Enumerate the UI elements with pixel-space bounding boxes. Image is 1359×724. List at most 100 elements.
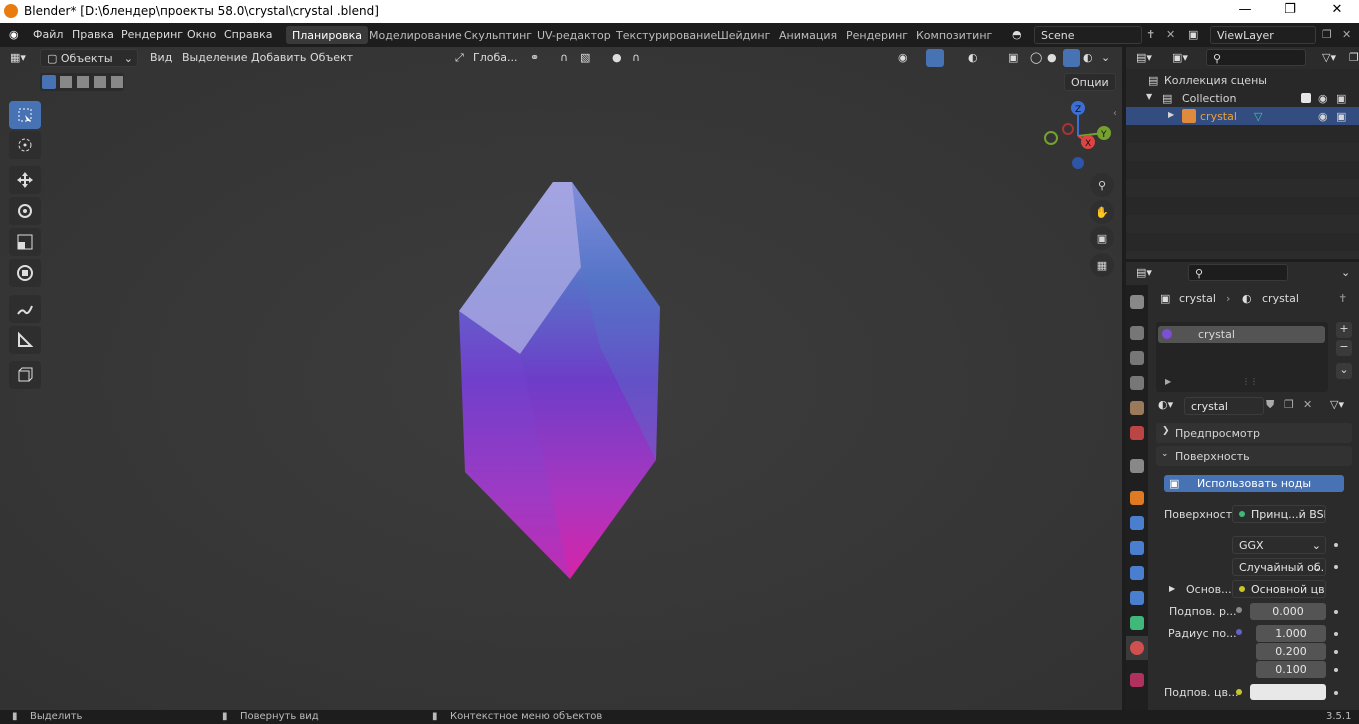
object-tab-icon[interactable] <box>1130 491 1144 505</box>
scene-tab-icon[interactable] <box>1130 401 1144 415</box>
radius-x-field[interactable]: 1.000 <box>1256 625 1326 642</box>
resize-handle[interactable]: ⋮⋮ <box>1242 377 1258 386</box>
workspace-tab-compositing[interactable]: Композитинг <box>910 26 998 44</box>
modifier-tab-icon[interactable] <box>1130 516 1144 530</box>
visibility-icon[interactable]: ◉ <box>898 51 908 64</box>
snap-icon[interactable]: ∩ <box>560 51 568 64</box>
workspace-tab-uv[interactable]: UV-редактор <box>531 26 617 44</box>
physics-tab-icon[interactable] <box>1130 566 1144 580</box>
workspace-tab-layout[interactable]: Планировка <box>286 26 368 44</box>
display-mode-icon[interactable]: ▣▾ <box>1172 51 1188 64</box>
eye-icon[interactable]: ◉ <box>1318 92 1328 105</box>
select-invert-icon[interactable] <box>94 76 106 88</box>
view-layer-tab-icon[interactable] <box>1130 376 1144 390</box>
measure-tool[interactable] <box>9 326 41 354</box>
expand-right-icon[interactable]: ▶ <box>1169 584 1175 593</box>
new-view-layer-icon[interactable]: ❐ <box>1322 28 1332 41</box>
texture-tab-icon[interactable] <box>1130 673 1144 687</box>
base-color-input[interactable]: Основной цвет <box>1232 580 1326 598</box>
close-scene-icon[interactable]: ✕ <box>1166 28 1175 41</box>
view-layer-icon[interactable]: ▣ <box>1188 28 1198 41</box>
gizmo-toggle-icon[interactable] <box>926 49 944 67</box>
material-tab-active[interactable] <box>1126 636 1148 660</box>
3d-viewport[interactable] <box>0 47 1122 710</box>
particles-tab-icon[interactable] <box>1130 541 1144 555</box>
menu-select[interactable]: Выделение <box>182 51 248 64</box>
fake-user-shield-icon[interactable]: ⛊ <box>1266 398 1274 412</box>
zoom-icon[interactable]: ⚲ <box>1090 173 1114 197</box>
mode-selector[interactable]: ▢ Объекты ⌄ <box>40 49 138 67</box>
slot-specials-button[interactable]: ⌄ <box>1336 363 1352 379</box>
workspace-tab-animation[interactable]: Анимация <box>773 26 843 44</box>
expand-right-icon[interactable]: ▶ <box>1165 377 1171 386</box>
menu-file[interactable]: Файл <box>33 28 63 41</box>
pivot-icon[interactable]: ⚭ <box>530 51 539 64</box>
keyframe-dot[interactable] <box>1334 668 1338 672</box>
material-slot-item[interactable]: crystal <box>1158 326 1325 343</box>
select-extend-icon[interactable] <box>60 76 72 88</box>
transform-orientation-icon[interactable]: ⤢ <box>455 51 464 65</box>
render-camera-icon[interactable]: ▣ <box>1336 92 1346 105</box>
menu-view[interactable]: Вид <box>150 51 172 64</box>
tool-tab-icon[interactable] <box>1130 295 1144 309</box>
duplicate-material-icon[interactable]: ❐ <box>1284 398 1294 411</box>
pin-icon[interactable]: ✝ <box>1338 292 1347 305</box>
editor-type-icon[interactable]: ▦▾ <box>10 51 26 64</box>
menu-help[interactable]: Справка <box>224 28 272 41</box>
use-nodes-button[interactable]: ▣ Использовать ноды <box>1164 475 1344 492</box>
workspace-tab-modeling[interactable]: Моделирование <box>363 26 468 44</box>
expand-right-icon[interactable]: ▶ <box>1168 110 1174 119</box>
workspace-tab-sculpting[interactable]: Скульптинг <box>458 26 538 44</box>
outliner-row-collection[interactable]: ▼ ▤ Collection ◉ ▣ <box>1126 89 1359 107</box>
cursor-tool[interactable] <box>9 131 41 159</box>
constraints-tab-icon[interactable] <box>1130 591 1144 605</box>
shading-options-icon[interactable]: ⌄ <box>1101 51 1110 64</box>
rotate-tool[interactable] <box>9 197 41 225</box>
scale-tool[interactable] <box>9 228 41 256</box>
subsurface-value-field[interactable]: 0.000 <box>1250 603 1326 620</box>
select-intersect-icon[interactable] <box>111 76 123 88</box>
snap-target-icon[interactable]: ▧ <box>580 51 590 64</box>
blender-menu-icon[interactable]: ◉ <box>9 28 19 41</box>
maximize-icon[interactable]: ❐ <box>1275 2 1305 20</box>
move-tool[interactable] <box>9 166 41 194</box>
world-tab-icon[interactable] <box>1130 426 1144 440</box>
keyframe-dot[interactable] <box>1334 610 1338 614</box>
output-tab-icon[interactable] <box>1130 351 1144 365</box>
radius-y-field[interactable]: 0.200 <box>1256 643 1326 660</box>
subsurface-color-swatch[interactable] <box>1250 684 1326 700</box>
keyframe-dot[interactable] <box>1334 565 1338 569</box>
eye-icon[interactable]: ◉ <box>1318 110 1328 123</box>
view-layer-selector[interactable]: ViewLayer <box>1210 26 1316 44</box>
options-dropdown[interactable]: Опции <box>1064 73 1116 91</box>
menu-window[interactable]: Окно <box>187 28 216 41</box>
outliner-editor-type-icon[interactable]: ▤▾ <box>1136 51 1152 64</box>
keyframe-dot[interactable] <box>1334 650 1338 654</box>
surface-shader-selector[interactable]: Принц...й BSDF <box>1232 505 1326 523</box>
xray-icon[interactable]: ▣ <box>1008 51 1018 64</box>
minimize-icon[interactable]: — <box>1230 2 1260 20</box>
workspace-tab-rendering[interactable]: Рендеринг <box>840 26 914 44</box>
filter-icon[interactable]: ▽▾ <box>1322 51 1336 64</box>
workspace-tab-shading[interactable]: Шейдинг <box>711 26 776 44</box>
perspective-grid-icon[interactable]: ▦ <box>1090 253 1114 277</box>
close-view-layer-icon[interactable]: ✕ <box>1342 28 1351 41</box>
render-tab-icon[interactable] <box>1130 326 1144 340</box>
navigation-gizmo[interactable]: Z Y X <box>1040 98 1116 174</box>
new-collection-icon[interactable]: ❐ <box>1349 51 1359 64</box>
menu-add[interactable]: Добавить <box>251 51 306 64</box>
link-type-icon[interactable]: ▽▾ <box>1330 398 1344 411</box>
transform-tool[interactable] <box>9 259 41 287</box>
camera-icon[interactable]: ▣ <box>1090 226 1114 250</box>
proportional-edit-icon[interactable]: ● <box>612 51 622 64</box>
exclude-checkbox[interactable] <box>1301 93 1311 103</box>
close-icon[interactable]: ✕ <box>1322 2 1352 20</box>
solid-shading-icon[interactable]: ● <box>1047 51 1057 64</box>
add-cube-tool[interactable] <box>9 361 41 389</box>
panel-surface-header[interactable]: ⌄ Поверхность <box>1156 446 1352 466</box>
render-camera-icon[interactable]: ▣ <box>1336 110 1346 123</box>
outliner-row-scene-collection[interactable]: ▤ Коллекция сцены <box>1126 71 1359 89</box>
scene-selector[interactable]: Scene <box>1034 26 1142 44</box>
select-new-icon[interactable] <box>42 75 56 89</box>
add-slot-button[interactable]: + <box>1336 322 1352 338</box>
